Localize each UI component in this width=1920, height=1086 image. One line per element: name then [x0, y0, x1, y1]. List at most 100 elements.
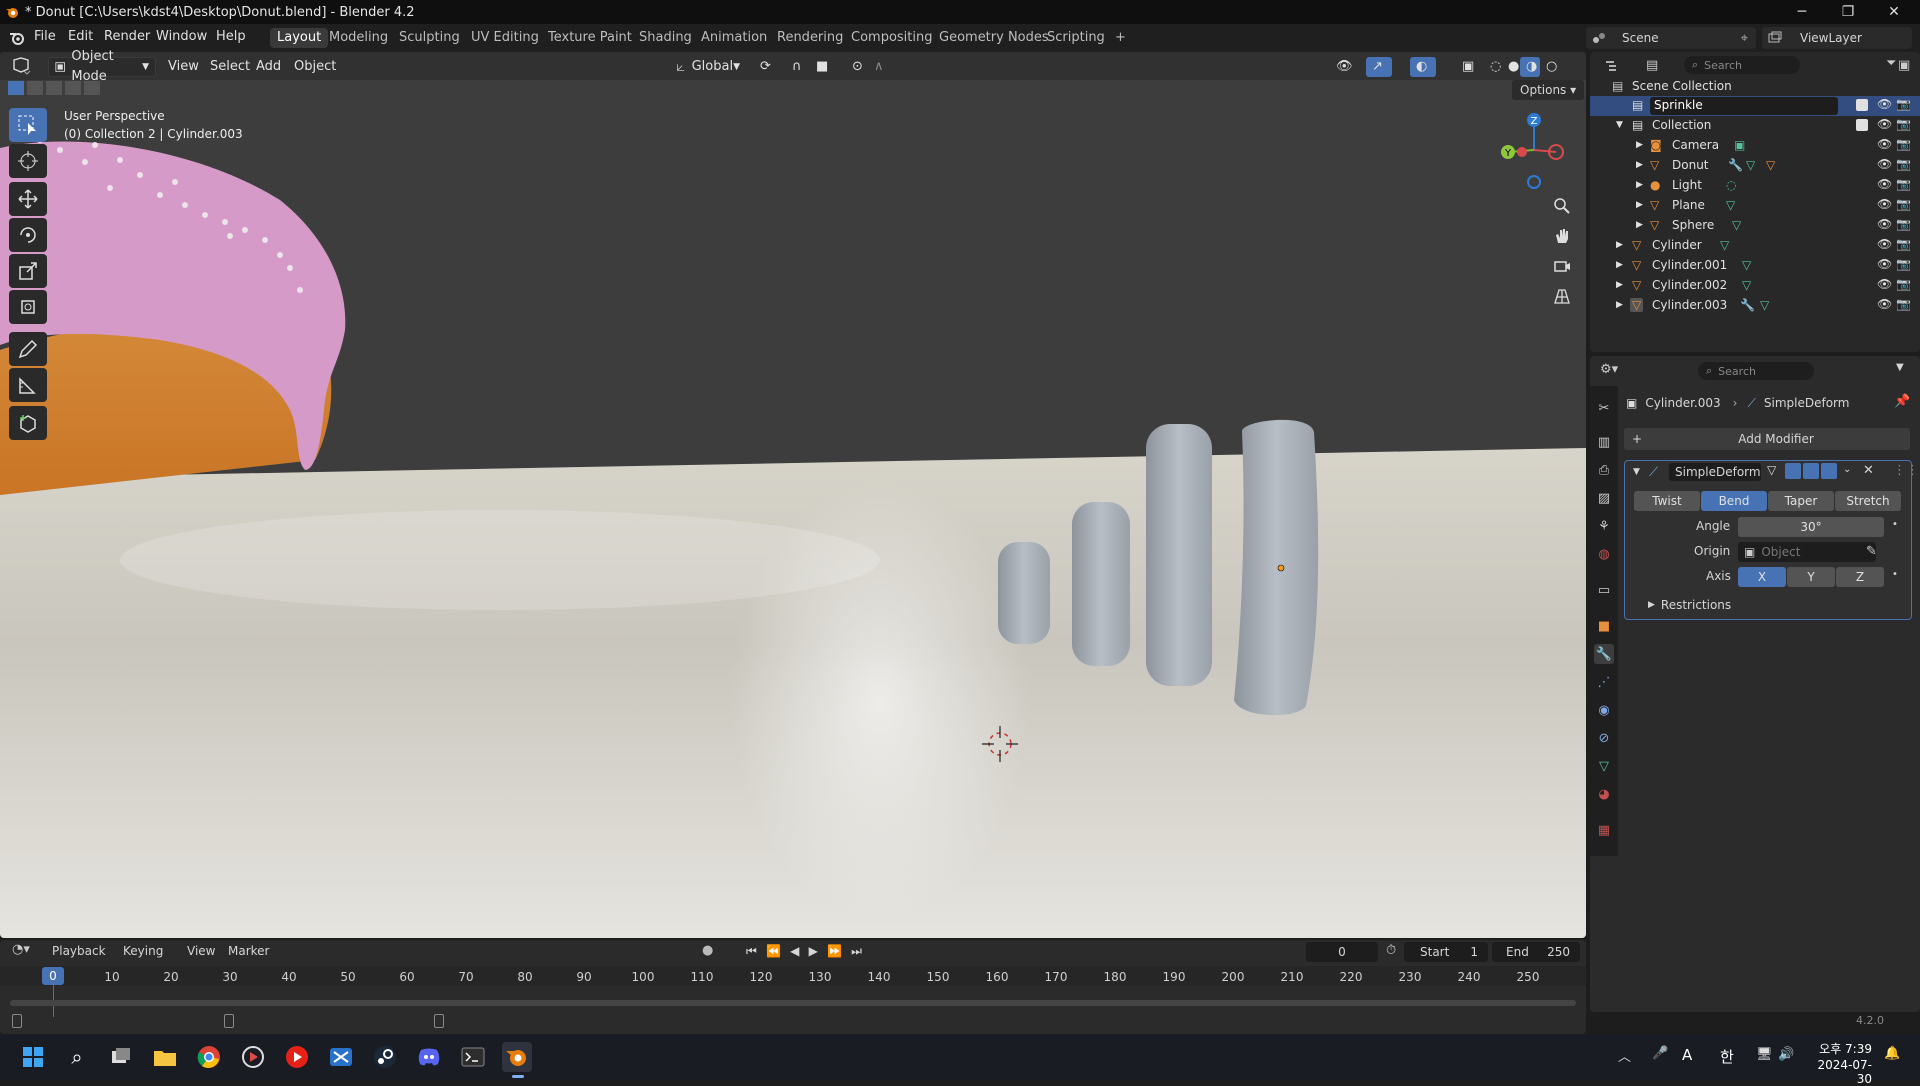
windows-start-icon[interactable]	[18, 1042, 48, 1072]
constraints-tab-icon[interactable]: ⊘	[1594, 728, 1614, 748]
menu-file[interactable]: File	[34, 29, 56, 44]
menu-render[interactable]: Render	[104, 29, 150, 44]
camera-render-icon[interactable]: 📷	[1896, 237, 1911, 251]
tool-tab-icon[interactable]: ✂	[1594, 398, 1614, 418]
menu-window[interactable]: Window	[156, 29, 207, 44]
tab-uv-editing[interactable]: UV Editing	[464, 28, 546, 48]
tab-compositing[interactable]: Compositing	[844, 28, 940, 48]
scene-tab-icon[interactable]: ⚘	[1594, 516, 1614, 536]
camera-render-icon[interactable]: 📷	[1896, 157, 1911, 171]
tab-geometry-nodes[interactable]: Geometry Nodes	[932, 28, 1056, 48]
tab-sculpting[interactable]: Sculpting	[392, 28, 467, 48]
add-cube-tool[interactable]	[9, 406, 47, 440]
falloff-curve-icon[interactable]: ∧	[868, 57, 894, 77]
jump-end-icon[interactable]: ⏭	[851, 944, 862, 959]
outliner-row-cylinder-002[interactable]: ▶ ▽ Cylinder.002 ▽ 👁 📷	[1590, 276, 1920, 296]
select-box-tool[interactable]	[9, 108, 47, 142]
chevron-right-icon[interactable]: ▶	[1636, 140, 1643, 150]
timeline-menu-marker[interactable]: Marker	[228, 944, 269, 958]
outliner-row-collection[interactable]: ▼ ▤ Collection 👁 📷	[1590, 116, 1920, 136]
axis-z-button[interactable]: Z	[1836, 567, 1884, 587]
timeline-editor-type-icon[interactable]: ◔▾	[12, 942, 30, 957]
camera-render-icon[interactable]: 📷	[1896, 177, 1911, 191]
menu-edit[interactable]: Edit	[68, 29, 93, 44]
next-keyframe-icon[interactable]: ⏩	[827, 944, 842, 958]
properties-editor-type-icon[interactable]: ⚙▾	[1600, 362, 1630, 382]
measure-tool[interactable]	[9, 368, 47, 402]
annotate-tool[interactable]	[9, 332, 47, 366]
material-tab-icon[interactable]: ◕	[1594, 784, 1614, 804]
maximize-button[interactable]: ❐	[1826, 0, 1870, 24]
transform-tool[interactable]	[9, 290, 47, 324]
blender-menu-icon[interactable]	[9, 30, 25, 46]
tab-layout[interactable]: Layout	[270, 28, 329, 48]
play-reverse-icon[interactable]: ◀	[790, 944, 799, 958]
physics-tab-icon[interactable]: ◉	[1594, 700, 1614, 720]
object-tab-icon[interactable]: ■	[1594, 616, 1614, 636]
properties-search-input[interactable]: ⌕ Search	[1698, 362, 1814, 380]
stopwatch-icon[interactable]: ⏱	[1386, 943, 1396, 958]
eye-icon[interactable]: 👁	[1877, 97, 1892, 111]
jump-start-icon[interactable]: ⏮	[746, 944, 757, 959]
shading-wireframe-icon[interactable]: ◌	[1484, 57, 1504, 77]
outliner-row-cylinder-001[interactable]: ▶ ▽ Cylinder.001 ▽ 👁 📷	[1590, 256, 1920, 276]
tab-scripting[interactable]: Scripting	[1040, 28, 1112, 48]
mode-twist-button[interactable]: Twist	[1634, 491, 1700, 511]
outliner-row-donut[interactable]: ▶ ▽ Donut 🔧 ▽ ▽ 👁 📷	[1590, 156, 1920, 176]
camera-render-icon[interactable]: 📷	[1896, 197, 1911, 211]
timeline-menu-view[interactable]: View	[187, 944, 215, 958]
xray-toggle-icon[interactable]: ▣	[1456, 57, 1480, 77]
axis-x-button[interactable]: X	[1738, 567, 1786, 587]
ime-hangul-indicator[interactable]: 한	[1720, 1046, 1734, 1067]
checkbox-icon[interactable]	[1856, 99, 1868, 111]
tray-chevron-up-icon[interactable]: ︿	[1618, 1046, 1631, 1065]
outliner-row-plane[interactable]: ▶ ▽ Plane ▽ 👁 📷	[1590, 196, 1920, 216]
outliner-editor-type-icon[interactable]	[1604, 58, 1632, 76]
shading-rendered-icon[interactable]: ○	[1540, 57, 1560, 77]
collection-tab-icon[interactable]: ▭	[1594, 580, 1614, 600]
eye-icon[interactable]: 👁	[1877, 137, 1892, 151]
close-window-button[interactable]: ✕	[1872, 0, 1916, 24]
scene-selector[interactable]: Scene ⌖	[1586, 27, 1756, 49]
end-frame-field[interactable]: End 250	[1492, 942, 1580, 962]
tab-shading[interactable]: Shading	[632, 28, 699, 48]
zoom-icon[interactable]	[1548, 192, 1576, 220]
youtube-icon[interactable]	[282, 1042, 312, 1072]
ime-mode-indicator[interactable]: A	[1682, 1046, 1692, 1064]
rotate-tool[interactable]	[9, 218, 47, 252]
options-dropdown[interactable]: Options ▾	[1512, 80, 1585, 100]
viewport-menu-add[interactable]: Add	[250, 57, 287, 77]
outliner-row-sprinkle[interactable]: ▤ Sprinkle 👁 📷	[1590, 96, 1920, 116]
eye-icon[interactable]: 👁	[1877, 237, 1892, 251]
chevron-down-icon[interactable]: ⌄	[1843, 464, 1851, 475]
viewport-menu-select[interactable]: Select	[204, 57, 256, 77]
move-tool[interactable]	[9, 182, 47, 216]
notification-bell-icon[interactable]: 🔔	[1884, 1046, 1900, 1061]
shading-material-icon[interactable]: ◑	[1520, 57, 1540, 77]
select-intersect-icon[interactable]	[84, 81, 100, 95]
timeline-menu-keying[interactable]: Keying	[123, 944, 163, 958]
chevron-right-icon[interactable]: ▶	[1616, 300, 1623, 310]
menu-help[interactable]: Help	[216, 29, 246, 44]
outliner-row-cylinder[interactable]: ▶ ▽ Cylinder ▽ 👁 📷	[1590, 236, 1920, 256]
mode-taper-button[interactable]: Taper	[1768, 491, 1834, 511]
eyedropper-icon[interactable]: ✎	[1866, 544, 1877, 559]
file-explorer-icon[interactable]	[150, 1042, 180, 1072]
camera-render-icon[interactable]: 📷	[1896, 217, 1911, 231]
prev-keyframe-icon[interactable]: ⏪	[766, 944, 781, 958]
new-collection-icon[interactable]: ▣	[1898, 58, 1916, 74]
microphone-icon[interactable]: 🎤	[1652, 1046, 1668, 1061]
snap-increment-icon[interactable]: ■	[810, 57, 840, 77]
viewport-toggle-icon[interactable]	[1803, 463, 1819, 479]
select-subtract-icon[interactable]	[46, 81, 62, 95]
camera-render-icon[interactable]: 📷	[1896, 117, 1911, 131]
network-icon[interactable]: 🖥	[1756, 1047, 1773, 1062]
origin-object-field[interactable]: ▣ Object	[1738, 542, 1876, 562]
render-toggle-icon[interactable]	[1821, 463, 1837, 479]
eye-icon[interactable]: 👁	[1877, 157, 1892, 171]
clock-date[interactable]: 2024-07-30	[1804, 1058, 1872, 1086]
axis-y-button[interactable]: Y	[1787, 567, 1835, 587]
select-new-icon[interactable]	[8, 81, 24, 95]
filter-icon[interactable]: ⏷	[1886, 56, 1896, 71]
shading-solid-icon[interactable]: ●	[1502, 57, 1522, 77]
